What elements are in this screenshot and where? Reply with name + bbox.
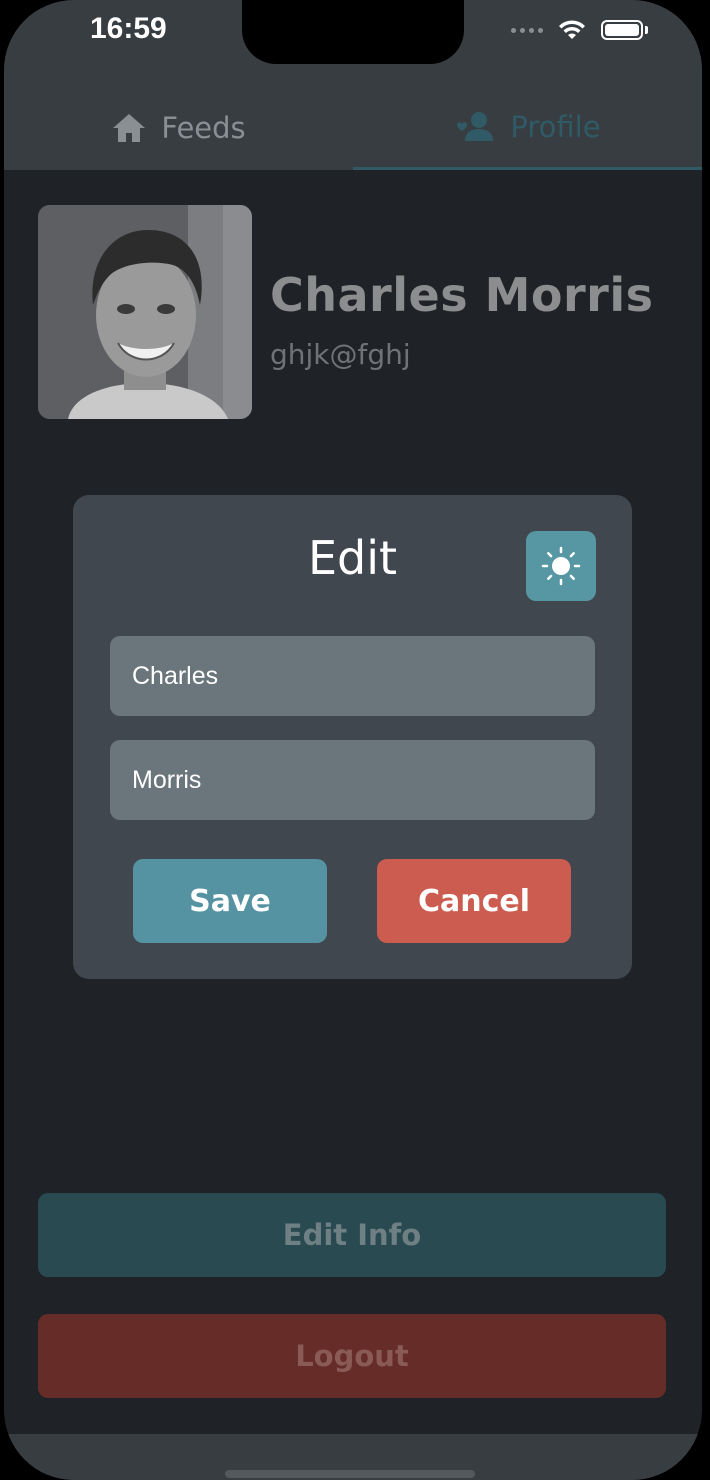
cancel-button[interactable]: Cancel [377, 859, 571, 943]
tab-profile-label: Profile [510, 109, 601, 144]
first-name-input[interactable] [110, 636, 595, 716]
profile-email: ghjk@fghj [270, 338, 411, 371]
home-icon [113, 114, 146, 142]
status-time: 16:59 [90, 12, 167, 45]
logout-button[interactable]: Logout [38, 1314, 666, 1398]
avatar [38, 205, 252, 419]
edit-dialog: Edit Save [73, 495, 632, 979]
edit-info-button[interactable]: Edit Info [38, 1193, 666, 1277]
tab-bar: Feeds Profile [4, 86, 702, 170]
user-icon [457, 111, 494, 141]
wifi-icon [559, 20, 585, 39]
tab-profile[interactable]: Profile [353, 86, 702, 170]
battery-icon [601, 20, 643, 40]
theme-toggle-button[interactable] [526, 531, 596, 601]
sun-icon [541, 546, 581, 586]
save-button[interactable]: Save [133, 859, 327, 943]
tab-feeds-label: Feeds [161, 111, 246, 145]
avatar-photo [38, 205, 252, 419]
last-name-input[interactable] [110, 740, 595, 820]
signal-dots-icon [511, 27, 543, 33]
tab-feeds[interactable]: Feeds [4, 86, 353, 170]
app-screen: 16:59 Feeds Profile Charles Morris ghjk@… [4, 0, 702, 1480]
battery-tip [645, 26, 648, 34]
home-indicator[interactable] [225, 1470, 475, 1478]
profile-name: Charles Morris [270, 268, 654, 322]
phone-frame: 16:59 Feeds Profile Charles Morris ghjk@… [0, 0, 710, 1480]
status-icons [511, 18, 648, 42]
dynamic-island [242, 0, 464, 64]
